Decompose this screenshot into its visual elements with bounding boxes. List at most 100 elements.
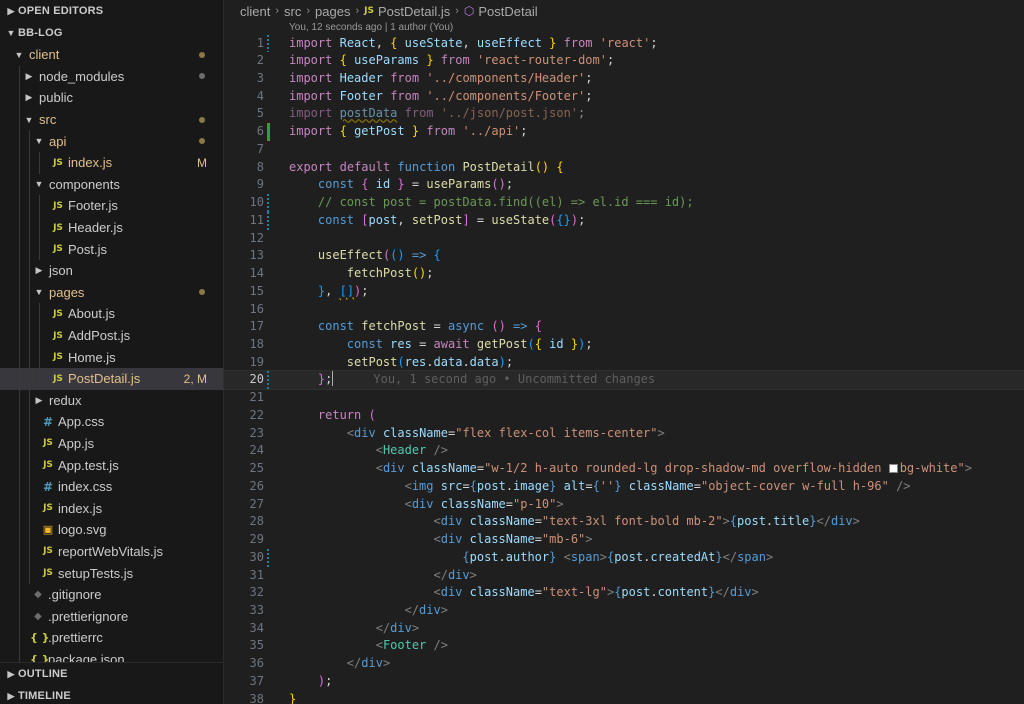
git-gutter[interactable] bbox=[264, 301, 272, 319]
breadcrumb-item[interactable]: PostDetail bbox=[478, 4, 537, 19]
git-modified-marker[interactable] bbox=[267, 211, 269, 230]
git-gutter[interactable] bbox=[264, 211, 272, 230]
line-number[interactable]: 27 bbox=[224, 496, 264, 514]
line-number[interactable]: 2 bbox=[224, 52, 264, 70]
code-line[interactable]: 6 import { getPost } from '../api'; bbox=[224, 123, 1024, 141]
code-line[interactable]: 33 </div> bbox=[224, 602, 1024, 620]
git-gutter[interactable] bbox=[264, 620, 272, 638]
code-line[interactable]: 31 </div> bbox=[224, 567, 1024, 585]
git-gutter[interactable] bbox=[264, 584, 272, 602]
line-number[interactable]: 5 bbox=[224, 105, 264, 123]
code-line[interactable]: 17 const fetchPost = async () => { bbox=[224, 318, 1024, 336]
git-gutter[interactable] bbox=[264, 389, 272, 407]
code-line[interactable]: 36 </div> bbox=[224, 655, 1024, 673]
git-modified-marker[interactable] bbox=[267, 371, 269, 390]
code-line[interactable]: 7 bbox=[224, 141, 1024, 159]
code-line[interactable]: 27 <div className="p-10"> bbox=[224, 496, 1024, 514]
code-line[interactable]: 12 bbox=[224, 230, 1024, 248]
line-number[interactable]: 34 bbox=[224, 620, 264, 638]
git-modified-marker[interactable] bbox=[267, 34, 269, 53]
line-number[interactable]: 38 bbox=[224, 691, 264, 704]
line-number[interactable]: 31 bbox=[224, 567, 264, 585]
code-line[interactable]: 28 <div className="text-3xl font-bold mb… bbox=[224, 513, 1024, 531]
git-gutter[interactable] bbox=[264, 318, 272, 336]
breadcrumb-item[interactable]: client bbox=[240, 4, 270, 19]
project-header[interactable]: ▼ BB-LOG bbox=[0, 22, 223, 44]
git-gutter[interactable] bbox=[264, 176, 272, 194]
line-number[interactable]: 10 bbox=[224, 194, 264, 212]
git-gutter[interactable] bbox=[264, 70, 272, 88]
tree-item[interactable]: JS index.js M bbox=[0, 151, 223, 174]
line-number[interactable]: 1 bbox=[224, 35, 264, 53]
git-gutter[interactable] bbox=[264, 265, 272, 283]
code-line[interactable]: 4 import Footer from '../components/Foote… bbox=[224, 88, 1024, 106]
git-gutter[interactable] bbox=[264, 283, 272, 301]
line-number[interactable]: 24 bbox=[224, 442, 264, 460]
git-gutter[interactable] bbox=[264, 567, 272, 585]
git-gutter[interactable] bbox=[264, 194, 272, 212]
git-gutter[interactable] bbox=[264, 460, 272, 478]
line-number[interactable]: 16 bbox=[224, 301, 264, 319]
line-number[interactable]: 30 bbox=[224, 549, 264, 567]
code-line[interactable]: 2 import { useParams } from 'react-router… bbox=[224, 52, 1024, 70]
code-line[interactable]: 37 ); bbox=[224, 673, 1024, 691]
git-gutter[interactable] bbox=[264, 105, 272, 123]
code-line[interactable]: 32 <div className="text-lg">{post.conten… bbox=[224, 584, 1024, 602]
code-line[interactable]: 24 <Header /> bbox=[224, 442, 1024, 460]
line-number[interactable]: 6 bbox=[224, 123, 264, 141]
line-number[interactable]: 29 bbox=[224, 531, 264, 549]
tree-item[interactable]: JS reportWebVitals.js bbox=[0, 540, 223, 563]
code-line[interactable]: 13 useEffect(() => { bbox=[224, 247, 1024, 265]
git-gutter[interactable] bbox=[264, 655, 272, 673]
tree-item[interactable]: ◆ .prettierignore bbox=[0, 605, 223, 628]
code-line[interactable]: 9 const { id } = useParams(); bbox=[224, 176, 1024, 194]
outline-header[interactable]: ▶ OUTLINE bbox=[0, 663, 223, 685]
tree-item[interactable]: { } .prettierrc bbox=[0, 627, 223, 649]
git-gutter[interactable] bbox=[264, 230, 272, 248]
line-number[interactable]: 8 bbox=[224, 159, 264, 177]
line-number[interactable]: 4 bbox=[224, 88, 264, 106]
line-number[interactable]: 28 bbox=[224, 513, 264, 531]
tree-item[interactable]: ◆ .gitignore bbox=[0, 583, 223, 606]
line-number[interactable]: 26 bbox=[224, 478, 264, 496]
git-gutter[interactable] bbox=[264, 602, 272, 620]
code-line[interactable]: 23 <div className="flex flex-col items-c… bbox=[224, 425, 1024, 443]
tree-item[interactable]: ▼ client bbox=[0, 44, 223, 66]
git-gutter[interactable] bbox=[264, 88, 272, 106]
line-number[interactable]: 22 bbox=[224, 407, 264, 425]
git-gutter[interactable] bbox=[264, 478, 272, 496]
code-line[interactable]: 22 return ( bbox=[224, 407, 1024, 425]
tree-item[interactable]: JS Post.js bbox=[0, 238, 223, 260]
git-gutter[interactable] bbox=[264, 34, 272, 53]
code-line[interactable]: 5 import postData from '../json/post.json… bbox=[224, 105, 1024, 123]
git-gutter[interactable] bbox=[264, 513, 272, 531]
code-line[interactable]: 15 }, []); bbox=[224, 283, 1024, 301]
line-number[interactable]: 23 bbox=[224, 425, 264, 443]
tree-item[interactable]: ▶ redux bbox=[0, 389, 223, 412]
tree-item[interactable]: ▼ pages bbox=[0, 281, 223, 304]
line-number[interactable]: 18 bbox=[224, 336, 264, 354]
tree-item[interactable]: JS About.js bbox=[0, 303, 223, 325]
code-line[interactable]: 16 bbox=[224, 301, 1024, 319]
code-line[interactable]: 26 <img src={post.image} alt={''} classN… bbox=[224, 478, 1024, 496]
line-number[interactable]: 9 bbox=[224, 176, 264, 194]
tree-item[interactable]: JS Footer.js bbox=[0, 195, 223, 217]
code-line[interactable]: 11 const [post, setPost] = useState({}); bbox=[224, 211, 1024, 230]
git-gutter[interactable] bbox=[264, 247, 272, 265]
line-number[interactable]: 19 bbox=[224, 354, 264, 372]
code-line[interactable]: 10 // const post = postData.find((el) =>… bbox=[224, 194, 1024, 212]
line-number[interactable]: 13 bbox=[224, 247, 264, 265]
tree-item[interactable]: ▼ api bbox=[0, 130, 223, 152]
line-number[interactable]: 12 bbox=[224, 230, 264, 248]
git-gutter[interactable] bbox=[264, 442, 272, 460]
line-number[interactable]: 11 bbox=[224, 212, 264, 230]
code-line[interactable]: 3 import Header from '../components/Heade… bbox=[224, 70, 1024, 88]
code-line[interactable]: 1 import React, { useState, useEffect } f… bbox=[224, 34, 1024, 53]
code-line[interactable]: 30 {post.author} <span>{post.createdAt}<… bbox=[224, 548, 1024, 567]
git-gutter[interactable] bbox=[264, 673, 272, 691]
code-line[interactable]: 21 bbox=[224, 389, 1024, 407]
line-number[interactable]: 15 bbox=[224, 283, 264, 301]
git-gutter[interactable] bbox=[264, 691, 272, 704]
code-line[interactable]: 18 const res = await getPost({ id }); bbox=[224, 336, 1024, 354]
git-gutter[interactable] bbox=[264, 425, 272, 443]
